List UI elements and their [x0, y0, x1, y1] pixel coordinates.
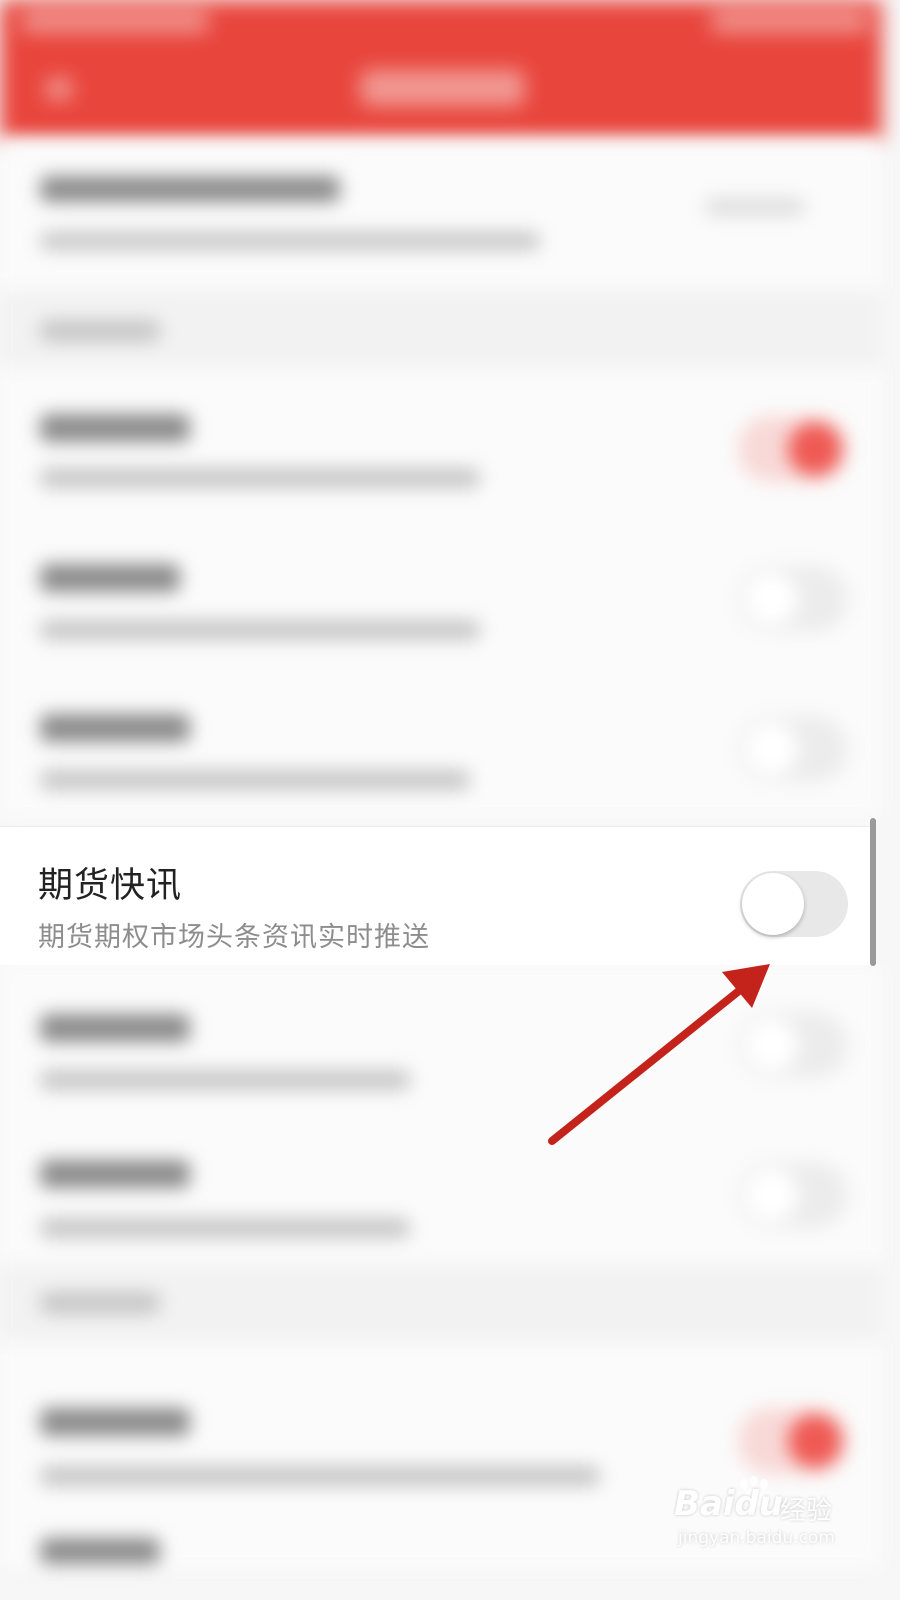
section-header — [0, 290, 882, 368]
setting-row[interactable] — [0, 668, 882, 818]
toggle-switch[interactable] — [738, 416, 848, 482]
settings-screen: 期货快讯 期货期权市场头条资讯实时推送 Baidu 经验 jingyan.bai… — [0, 0, 882, 1568]
setting-row[interactable] — [0, 140, 882, 290]
scrollbar[interactable] — [870, 818, 876, 966]
setting-title: 期货快讯 — [38, 866, 183, 906]
watermark-url: jingyan.baidu.com — [678, 1528, 835, 1548]
toggle-switch[interactable] — [738, 1408, 848, 1474]
toggle-switch[interactable] — [738, 566, 848, 632]
setting-row[interactable] — [0, 518, 882, 668]
setting-row[interactable] — [0, 1114, 882, 1264]
toggle-switch[interactable] — [738, 1012, 848, 1078]
setting-item-futures-flash[interactable]: 期货快讯 期货期权市场头条资讯实时推送 — [0, 826, 870, 965]
setting-row[interactable] — [0, 368, 882, 518]
baidu-jingyan-watermark: Baidu 经验 jingyan.baidu.com — [674, 1476, 844, 1556]
status-bar-right — [710, 12, 870, 32]
status-bar-left — [20, 12, 210, 32]
section-header — [0, 1264, 882, 1342]
futures-flash-toggle[interactable] — [740, 871, 848, 937]
toggle-switch[interactable] — [738, 716, 848, 782]
toggle-knob — [742, 873, 804, 935]
watermark-text: 经验 — [780, 1496, 833, 1526]
setting-description: 期货期权市场头条资讯实时推送 — [38, 922, 430, 953]
app-header — [0, 0, 882, 140]
watermark-logo: Baidu — [674, 1484, 784, 1524]
page-title-blurred — [360, 70, 525, 106]
toggle-switch[interactable] — [738, 1162, 848, 1228]
setting-row[interactable] — [0, 964, 882, 1114]
back-icon[interactable] — [45, 78, 73, 100]
